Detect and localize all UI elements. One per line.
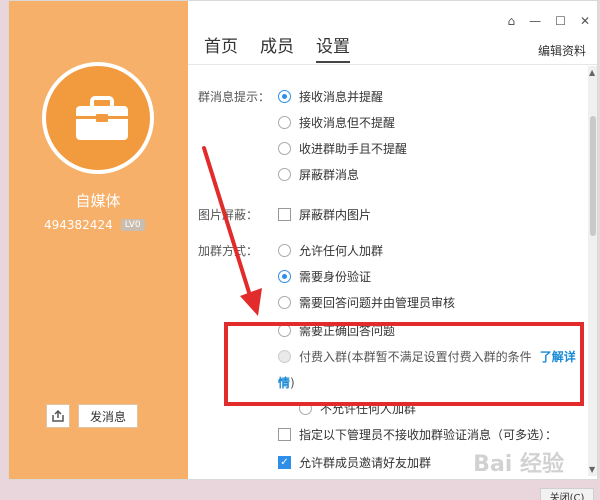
- send-message-button[interactable]: 发消息: [78, 404, 138, 428]
- scroll-up-icon[interactable]: ▲: [589, 68, 595, 77]
- message-option-2[interactable]: 收进群助手且不提醒: [278, 140, 407, 157]
- scroll-thumb[interactable]: [590, 116, 596, 236]
- join-option-2[interactable]: 需要回答问题并由管理员审核: [278, 294, 455, 311]
- close-button[interactable]: 关闭(C): [540, 488, 594, 500]
- radio-icon[interactable]: [278, 270, 291, 283]
- close-icon[interactable]: ✕: [580, 14, 590, 28]
- checkbox-icon[interactable]: [278, 208, 291, 221]
- header-divider: [188, 64, 598, 65]
- minimize-icon[interactable]: —: [529, 14, 541, 28]
- radio-icon[interactable]: [278, 168, 291, 181]
- checkbox-checked-icon[interactable]: ✓: [278, 456, 291, 469]
- level-badge: LV0: [120, 219, 145, 231]
- briefcase-icon: [76, 96, 128, 140]
- window-controls: ⌂ — ☐ ✕: [508, 14, 590, 28]
- radio-icon[interactable]: [278, 244, 291, 257]
- invite-check-option[interactable]: ✓ 允许群成员邀请好友加群: [278, 454, 431, 471]
- group-name: 自媒体: [75, 192, 121, 210]
- radio-icon[interactable]: [278, 296, 291, 309]
- share-button[interactable]: [46, 404, 70, 428]
- join-option-1[interactable]: 需要身份验证: [278, 268, 371, 285]
- admin-check-option[interactable]: 指定以下管理员不接收加群验证消息（可多选）：: [278, 426, 557, 443]
- highlight-box: [224, 322, 584, 406]
- image-block-option[interactable]: 屏蔽群内图片: [278, 206, 371, 223]
- join-option-0[interactable]: 允许任何人加群: [278, 242, 383, 259]
- scrollbar[interactable]: ▲ ▼: [588, 66, 598, 476]
- edit-profile-link[interactable]: 编辑资料: [538, 42, 586, 59]
- join-label: 加群方式：: [198, 244, 259, 258]
- message-option-0[interactable]: 接收消息并提醒: [278, 88, 383, 105]
- group-id-row: 494382424 LV0: [44, 218, 145, 232]
- tab-settings[interactable]: 设置: [316, 32, 350, 63]
- tab-home[interactable]: 首页: [204, 32, 238, 63]
- profile-panel: 自媒体 494382424 LV0 发消息: [8, 0, 188, 480]
- message-option-1[interactable]: 接收消息但不提醒: [278, 114, 395, 131]
- message-label: 群消息提示：: [198, 90, 271, 104]
- share-icon: [52, 409, 64, 422]
- group-id: 494382424: [44, 218, 113, 232]
- group-avatar[interactable]: [42, 62, 154, 174]
- tab-bar: 首页 成员 设置: [204, 32, 350, 63]
- radio-icon[interactable]: [278, 116, 291, 129]
- maximize-icon[interactable]: ☐: [555, 14, 566, 28]
- radio-icon[interactable]: [278, 90, 291, 103]
- checkbox-icon[interactable]: [278, 428, 291, 441]
- group-settings-window: 自媒体 494382424 LV0 发消息 ⌂ — ☐ ✕ 首页 成员 设置 编…: [8, 0, 598, 480]
- tab-members[interactable]: 成员: [260, 32, 294, 63]
- message-option-3[interactable]: 屏蔽群消息: [278, 166, 359, 183]
- watermark: Bai 经验: [473, 452, 564, 477]
- scroll-down-icon[interactable]: ▼: [589, 465, 595, 474]
- radio-icon[interactable]: [278, 142, 291, 155]
- image-label: 图片屏蔽：: [198, 208, 259, 222]
- home-icon[interactable]: ⌂: [508, 14, 516, 28]
